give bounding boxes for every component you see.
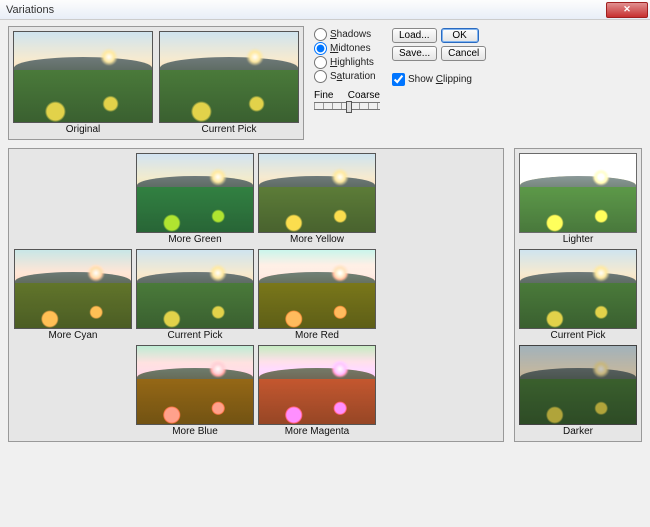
label-more-magenta: More Magenta <box>285 426 349 437</box>
thumb-original[interactable]: Original <box>13 31 153 135</box>
slider-thumb[interactable] <box>346 101 352 113</box>
label-more-yellow: More Yellow <box>290 234 344 245</box>
original-panel: Original Current Pick <box>8 26 304 140</box>
thumb-more-green[interactable]: More Green <box>136 153 254 245</box>
label-current-center: Current Pick <box>167 330 222 341</box>
show-clipping-checkbox[interactable]: Show Clipping <box>392 73 486 86</box>
label-more-green: More Green <box>168 234 221 245</box>
thumb-lighter[interactable]: Lighter <box>519 153 637 245</box>
window-title: Variations <box>2 4 606 16</box>
radio-saturation[interactable]: Saturation <box>314 70 380 83</box>
save-button[interactable]: Save... <box>392 46 437 61</box>
fine-coarse-slider[interactable] <box>314 102 380 110</box>
thumb-more-yellow[interactable]: More Yellow <box>258 153 376 245</box>
label-more-red: More Red <box>295 330 339 341</box>
thumb-more-red[interactable]: More Red <box>258 249 376 341</box>
radio-midtones[interactable]: Midtones <box>314 42 380 55</box>
radio-highlights[interactable]: Highlights <box>314 56 380 69</box>
label-coarse: Coarse <box>348 90 380 101</box>
brightness-panel: Lighter Current Pick Darker <box>514 148 642 442</box>
thumb-current-center[interactable]: Current Pick <box>136 249 254 341</box>
label-current-bright: Current Pick <box>550 330 605 341</box>
titlebar: Variations ✕ <box>0 0 650 20</box>
adjust-target-radios: Shadows Midtones Highlights Saturation F… <box>314 28 380 140</box>
label-lighter: Lighter <box>563 234 594 245</box>
label-fine: Fine <box>314 90 333 101</box>
thumb-current-bright[interactable]: Current Pick <box>519 249 637 341</box>
color-variations-panel: More Green More Yellow More Cyan Current… <box>8 148 504 442</box>
slider-labels: Fine Coarse <box>314 90 380 101</box>
thumb-more-cyan[interactable]: More Cyan <box>14 249 132 341</box>
thumb-current-top[interactable]: Current Pick <box>159 31 299 135</box>
window-close-button[interactable]: ✕ <box>606 2 648 18</box>
thumb-more-magenta[interactable]: More Magenta <box>258 345 376 437</box>
label-darker: Darker <box>563 426 593 437</box>
thumb-darker[interactable]: Darker <box>519 345 637 437</box>
label-more-cyan: More Cyan <box>49 330 98 341</box>
label-original: Original <box>66 124 100 135</box>
radio-shadows[interactable]: Shadows <box>314 28 380 41</box>
load-button[interactable]: Load... <box>392 28 437 43</box>
dialog-client: Original Current Pick Shadows Midtones H… <box>0 20 650 450</box>
cancel-button[interactable]: Cancel <box>441 46 486 61</box>
ok-button[interactable]: OK <box>441 28 479 43</box>
thumb-more-blue[interactable]: More Blue <box>136 345 254 437</box>
label-current-top: Current Pick <box>201 124 256 135</box>
label-more-blue: More Blue <box>172 426 218 437</box>
controls: Shadows Midtones Highlights Saturation F… <box>314 26 486 140</box>
